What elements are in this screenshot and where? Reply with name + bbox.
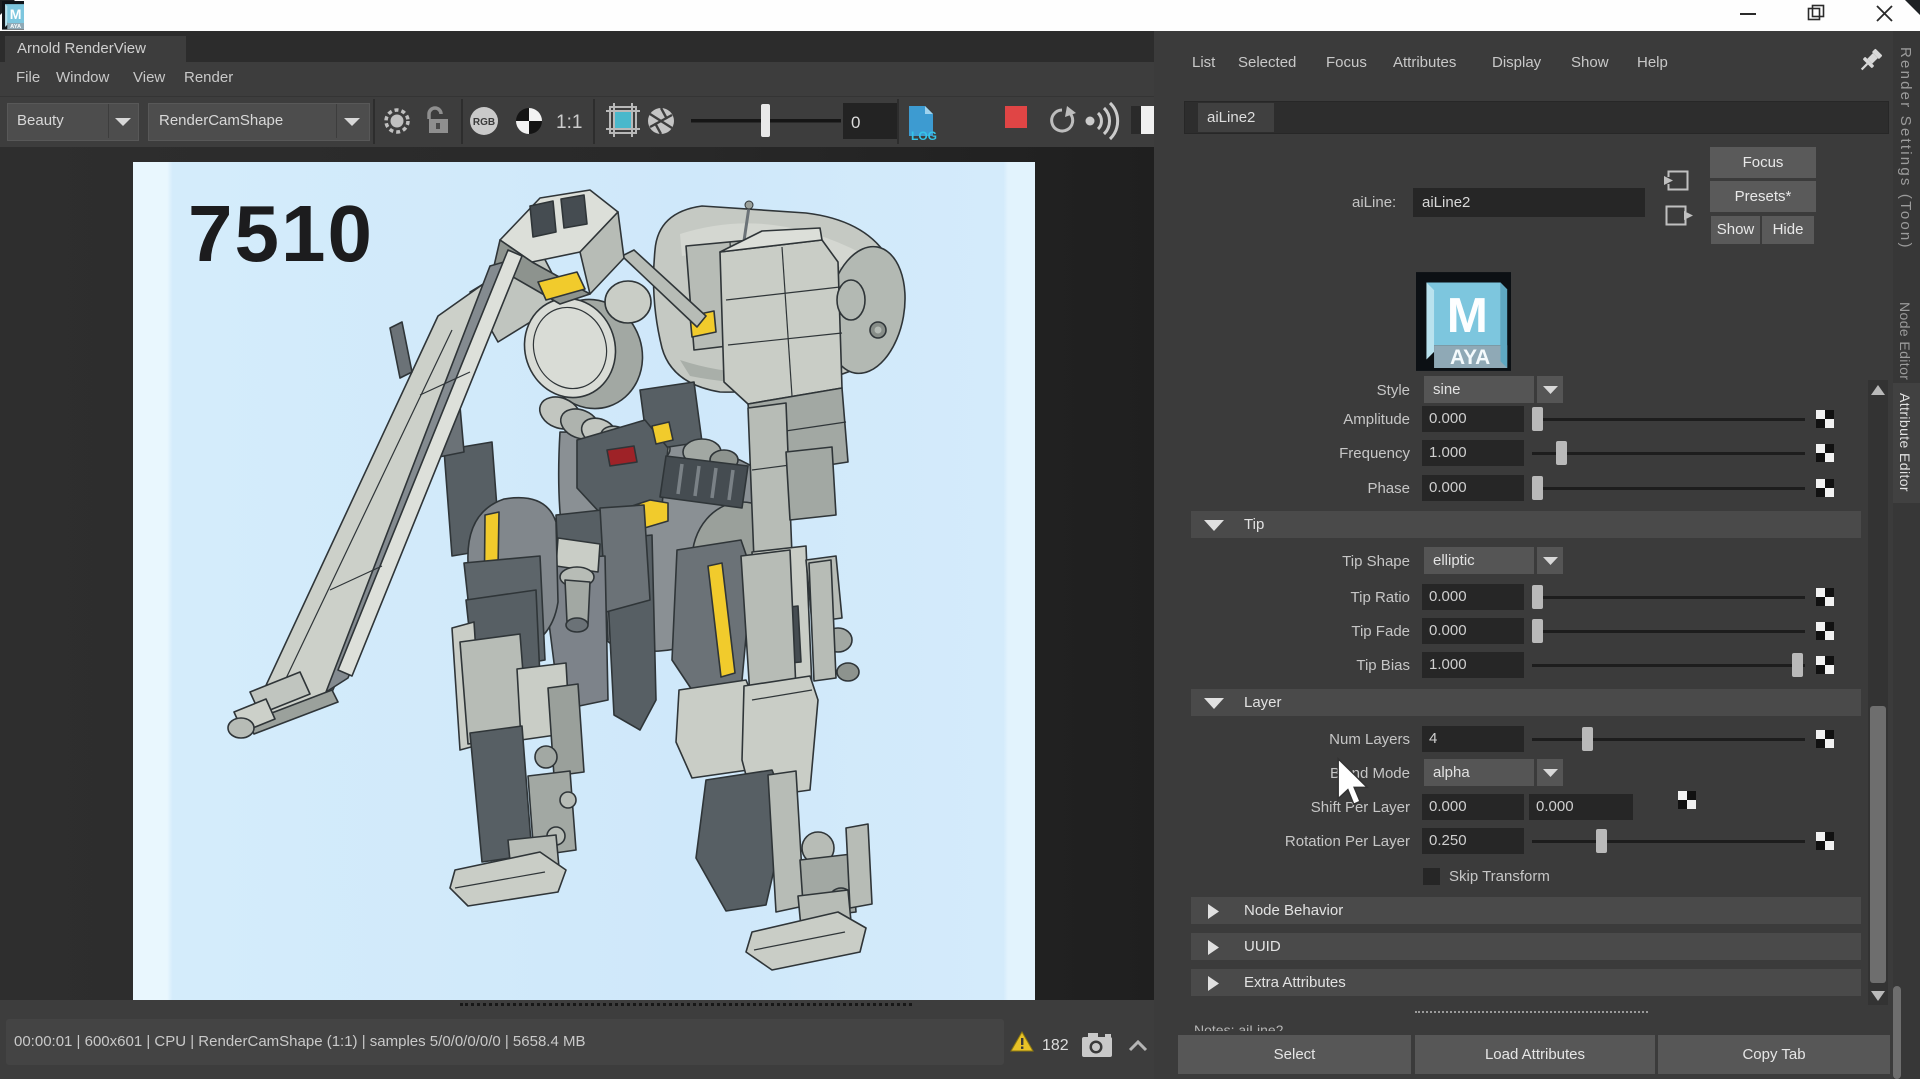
svg-text:RGB: RGB (473, 117, 495, 128)
svg-text:182: 182 (1042, 1037, 1069, 1054)
svg-text:LOG: LOG (911, 129, 937, 143)
svg-text:0: 0 (851, 113, 860, 132)
svg-text:AYA: AYA (10, 24, 21, 30)
svg-text:M: M (10, 6, 22, 22)
svg-text:1:1: 1:1 (556, 112, 582, 133)
